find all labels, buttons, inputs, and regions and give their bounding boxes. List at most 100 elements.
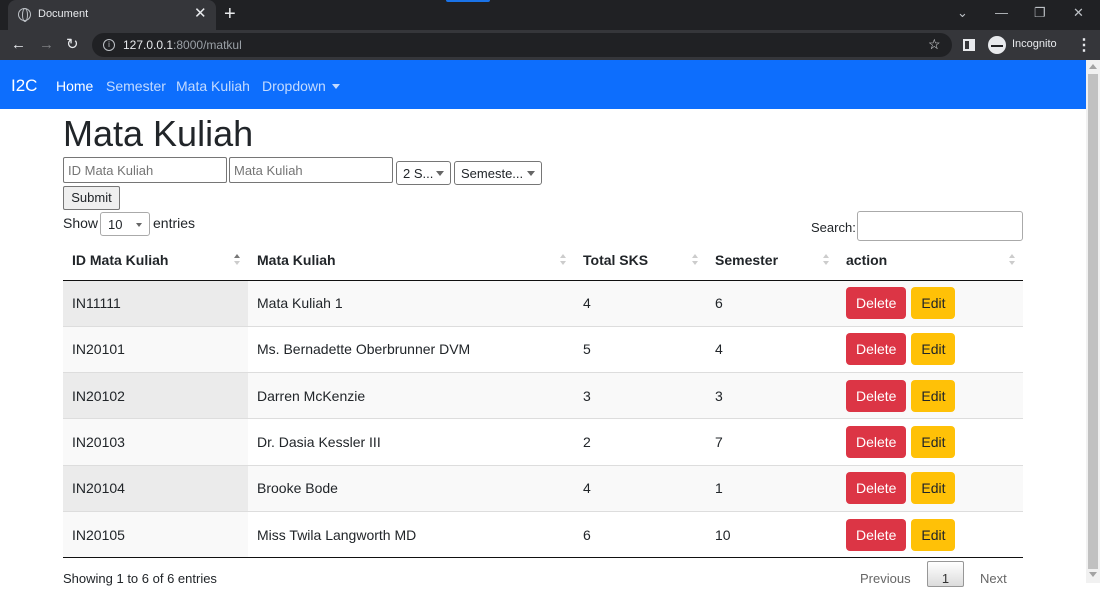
pagination-previous[interactable]: Previous (860, 571, 911, 586)
cell-id: IN20104 (63, 464, 248, 512)
url-text: 127.0.0.1:8000/matkul (123, 38, 242, 52)
table-row: IN11111 Mata Kuliah 1 4 6 Delete Edit (63, 279, 1023, 327)
semester-value: Semeste... (461, 166, 524, 181)
cell-id: IN20103 (63, 418, 248, 466)
search-input[interactable] (857, 211, 1023, 241)
nav-mata-kuliah[interactable]: Mata Kuliah (176, 78, 250, 94)
scroll-down-icon[interactable] (1089, 572, 1097, 577)
cell-mata-kuliah: Miss Twila Langworth MD (248, 510, 574, 559)
url-path: :8000/matkul (173, 38, 242, 52)
cell-id: IN20105 (63, 510, 248, 559)
sort-icon (823, 254, 829, 266)
delete-button[interactable]: Delete (846, 379, 907, 412)
cell-mata-kuliah: Ms. Bernadette Oberbrunner DVM (248, 325, 574, 373)
cell-total-sks: 2 (574, 418, 706, 466)
url-host: 127.0.0.1 (123, 38, 174, 52)
semester-select[interactable]: Semeste... (454, 161, 542, 185)
col-header-semester[interactable]: Semester (706, 241, 837, 281)
cell-semester: 1 (706, 464, 837, 512)
search-label: Search: (811, 220, 856, 235)
site-navbar: I2C Home Semester Mata Kuliah Dropdown (0, 60, 1086, 109)
cell-mata-kuliah: Brooke Bode (248, 464, 574, 512)
tab-title: Document (38, 8, 89, 20)
delete-button[interactable]: Delete (846, 426, 907, 459)
cell-total-sks: 4 (574, 464, 706, 512)
delete-button[interactable]: Delete (846, 333, 907, 366)
address-bar[interactable]: i 127.0.0.1:8000/matkul ☆ (92, 33, 952, 57)
restore-icon[interactable]: ❐ (1034, 5, 1046, 21)
incognito-label[interactable]: Incognito (1012, 38, 1057, 50)
nav-dropdown[interactable]: Dropdown (262, 78, 340, 94)
cell-mata-kuliah: Mata Kuliah 1 (248, 279, 574, 327)
delete-button[interactable]: Delete (846, 287, 907, 320)
info-icon[interactable]: i (103, 39, 115, 51)
cell-mata-kuliah: Dr. Dasia Kessler III (248, 418, 574, 466)
cell-action: Delete Edit (837, 464, 1023, 512)
page-scrollbar[interactable] (1086, 60, 1100, 583)
scroll-thumb[interactable] (1088, 74, 1098, 569)
cell-id: IN20101 (63, 325, 248, 373)
cell-action: Delete Edit (837, 418, 1023, 466)
edit-button[interactable]: Edit (911, 472, 956, 505)
cell-action: Delete Edit (837, 325, 1023, 373)
col-header-action[interactable]: action (837, 241, 1023, 281)
side-panel-icon[interactable] (963, 39, 975, 51)
browser-tab[interactable]: Document ✕ (8, 0, 216, 30)
chevron-down-icon (436, 171, 444, 176)
cell-total-sks: 5 (574, 325, 706, 373)
cell-mata-kuliah: Darren McKenzie (248, 372, 574, 419)
nav-home[interactable]: Home (56, 78, 93, 94)
total-sks-select[interactable]: 2 S... (396, 161, 451, 185)
edit-button[interactable]: Edit (911, 333, 956, 366)
edit-button[interactable]: Edit (911, 287, 956, 320)
edit-button[interactable]: Edit (911, 426, 956, 459)
chevron-down-icon (527, 171, 535, 176)
cell-semester: 7 (706, 418, 837, 466)
reload-icon[interactable]: ↻ (66, 36, 79, 54)
table-info: Showing 1 to 6 of 6 entries (63, 571, 217, 586)
close-window-icon[interactable]: ✕ (1073, 5, 1084, 21)
table-row: IN20102 Darren McKenzie 3 3 Delete Edit (63, 372, 1023, 419)
edit-button[interactable]: Edit (911, 518, 956, 551)
submit-button[interactable]: Submit (63, 186, 120, 210)
pagination-page-1[interactable]: 1 (927, 561, 964, 587)
entries-label: entries (153, 215, 196, 231)
cell-total-sks: 6 (574, 510, 706, 559)
col-header-mata-kuliah[interactable]: Mata Kuliah (248, 241, 574, 281)
close-tab-icon[interactable]: ✕ (194, 5, 207, 23)
mata-kuliah-table: ID Mata Kuliah Mata Kuliah Total SKS Sem… (63, 241, 1023, 559)
tab-search-icon[interactable]: ⌄ (957, 5, 968, 21)
new-tab-icon[interactable]: + (224, 3, 236, 25)
col-header-id-label: ID Mata Kuliah (72, 252, 169, 269)
cell-total-sks: 4 (574, 279, 706, 327)
mata-kuliah-input[interactable] (229, 157, 393, 183)
sort-icon (560, 254, 566, 266)
col-header-action-label: action (846, 252, 888, 269)
entries-length-value: 10 (108, 217, 123, 232)
back-icon[interactable]: ← (11, 36, 26, 54)
col-header-id[interactable]: ID Mata Kuliah (63, 241, 248, 281)
edit-button[interactable]: Edit (911, 379, 956, 412)
sort-asc-icon (234, 254, 240, 266)
delete-button[interactable]: Delete (846, 518, 907, 551)
cell-total-sks: 3 (574, 372, 706, 419)
forward-icon[interactable]: → (39, 36, 54, 54)
entries-length-select[interactable]: 10 (100, 212, 150, 236)
incognito-icon[interactable] (988, 36, 1006, 54)
cell-id: IN11111 (63, 279, 248, 327)
cell-id: IN20102 (63, 372, 248, 419)
browser-toolbar: ← → ↻ i 127.0.0.1:8000/matkul ☆ Incognit… (0, 30, 1100, 60)
id-mata-kuliah-input[interactable] (63, 157, 227, 183)
navbar-brand[interactable]: I2C (11, 76, 37, 96)
col-header-total-sks[interactable]: Total SKS (574, 241, 706, 281)
browser-menu-icon[interactable]: ⋮ (1076, 35, 1092, 55)
pagination-next[interactable]: Next (980, 571, 1007, 586)
minimize-icon[interactable]: — (995, 5, 1008, 20)
page-title: Mata Kuliah (63, 113, 254, 154)
sort-icon (692, 254, 698, 266)
bookmark-star-icon[interactable]: ☆ (928, 36, 941, 53)
table-row: IN20103 Dr. Dasia Kessler III 2 7 Delete… (63, 418, 1023, 466)
scroll-up-icon[interactable] (1089, 64, 1097, 69)
delete-button[interactable]: Delete (846, 472, 907, 505)
nav-semester[interactable]: Semester (106, 78, 166, 94)
